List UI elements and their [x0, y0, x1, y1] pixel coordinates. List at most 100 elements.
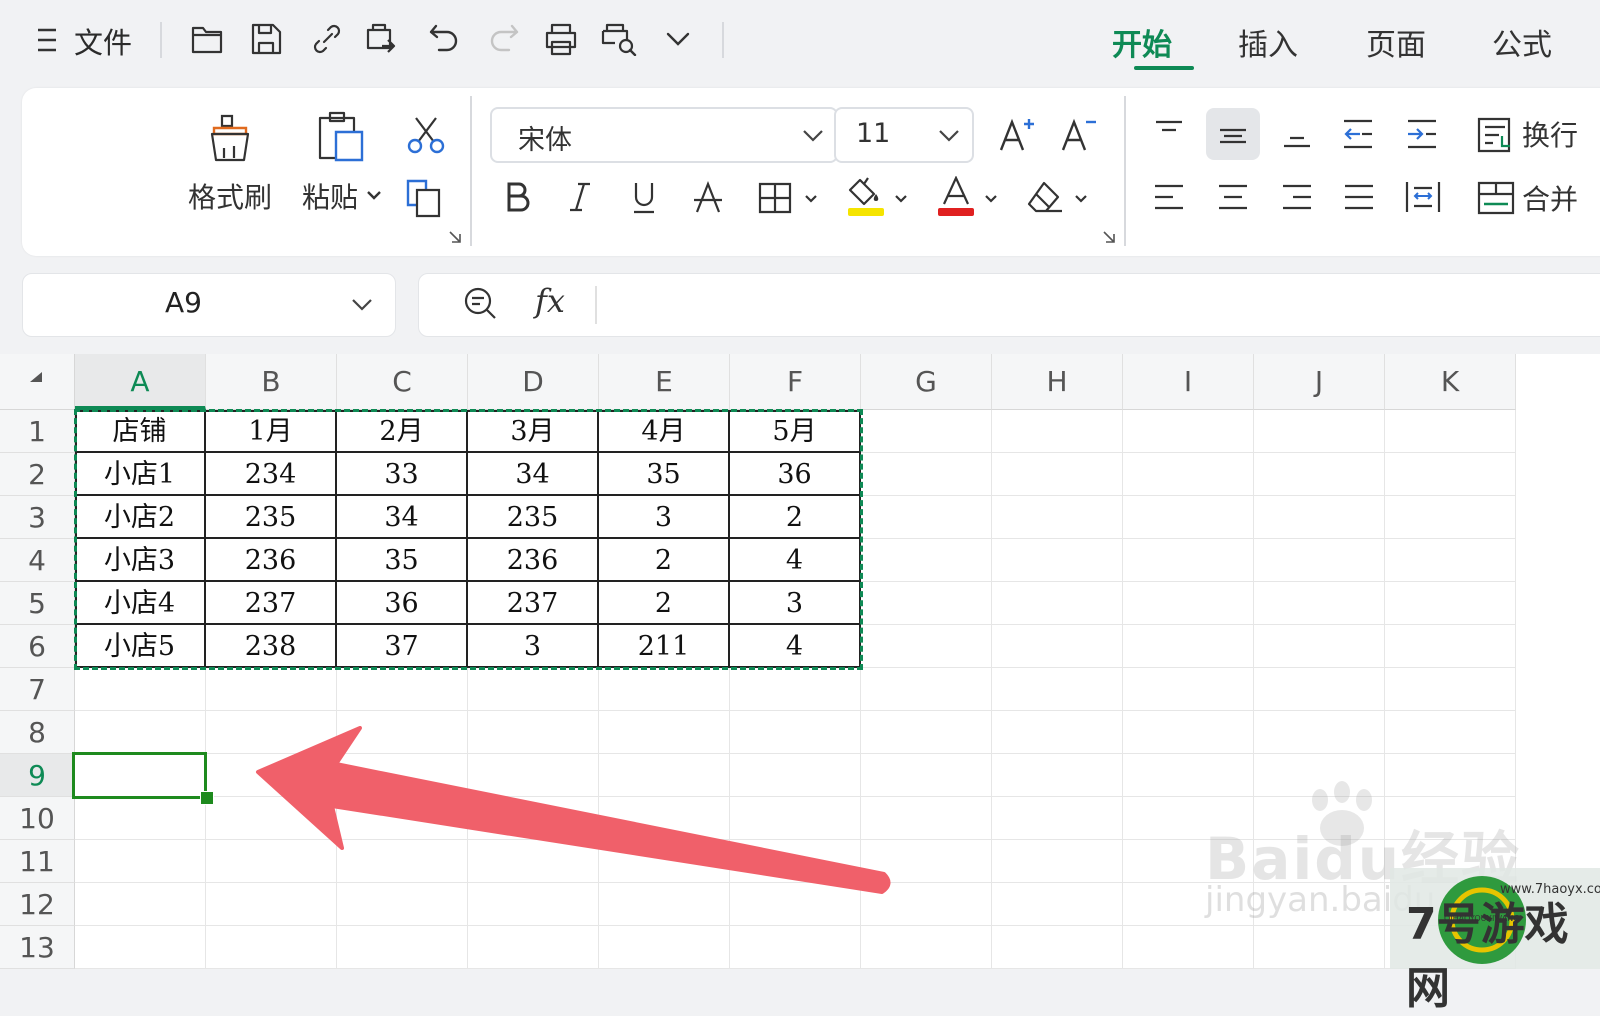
cell-h3[interactable] — [992, 496, 1123, 539]
bold-icon[interactable] — [504, 180, 532, 214]
file-menu[interactable]: 文件 — [74, 20, 132, 62]
cell-e7[interactable] — [599, 668, 730, 711]
cell-c1[interactable]: 2月 — [337, 410, 468, 453]
cell-a8[interactable] — [75, 711, 206, 754]
merge-cells-label[interactable]: 合并 — [1522, 178, 1578, 218]
cell-e3[interactable]: 3 — [599, 496, 730, 539]
cut-icon[interactable] — [406, 116, 446, 154]
cell-b5[interactable]: 237 — [206, 582, 337, 625]
column-header-d[interactable]: D — [468, 354, 599, 410]
align-center-icon[interactable] — [1216, 182, 1250, 212]
cell-i2[interactable] — [1123, 453, 1254, 496]
cell-j3[interactable] — [1254, 496, 1385, 539]
clear-format-eraser-icon[interactable] — [1026, 180, 1066, 216]
cell-a5[interactable]: 小店4 — [75, 582, 206, 625]
cell-e4[interactable]: 2 — [599, 539, 730, 582]
cell-c6[interactable]: 37 — [337, 625, 468, 668]
underline-icon[interactable] — [630, 180, 658, 216]
cell-h8[interactable] — [992, 711, 1123, 754]
cell-d2[interactable]: 34 — [468, 453, 599, 496]
cell-g3[interactable] — [861, 496, 992, 539]
cell-a4[interactable]: 小店3 — [75, 539, 206, 582]
cell-j4[interactable] — [1254, 539, 1385, 582]
fill-color-icon[interactable] — [846, 176, 886, 218]
cell-k5[interactable] — [1385, 582, 1516, 625]
cell-a6[interactable]: 小店5 — [75, 625, 206, 668]
format-painter-icon[interactable] — [204, 112, 256, 164]
cell-g13[interactable] — [861, 926, 992, 969]
cell-k7[interactable] — [1385, 668, 1516, 711]
align-left-icon[interactable] — [1152, 182, 1186, 212]
cell-d7[interactable] — [468, 668, 599, 711]
font-color-dropdown-icon[interactable] — [984, 194, 998, 204]
justify-icon[interactable] — [1342, 182, 1376, 212]
decrease-indent-icon[interactable] — [1340, 118, 1376, 150]
cell-e5[interactable]: 2 — [599, 582, 730, 625]
redo-icon[interactable] — [486, 22, 520, 56]
cell-c7[interactable] — [337, 668, 468, 711]
fx-label[interactable]: fx — [535, 282, 565, 320]
cell-j6[interactable] — [1254, 625, 1385, 668]
cell-k4[interactable] — [1385, 539, 1516, 582]
row-header-3[interactable]: 3 — [0, 496, 75, 539]
column-header-i[interactable]: I — [1123, 354, 1254, 410]
cell-i9[interactable] — [1123, 754, 1254, 797]
cell-i1[interactable] — [1123, 410, 1254, 453]
tab-formula[interactable]: 公式 — [1492, 20, 1552, 64]
copy-icon[interactable] — [405, 178, 445, 218]
format-painter-label[interactable]: 格式刷 — [188, 176, 272, 216]
print-preview-icon[interactable] — [600, 22, 640, 56]
cell-f6[interactable]: 4 — [730, 625, 861, 668]
cell-h1[interactable] — [992, 410, 1123, 453]
cell-j2[interactable] — [1254, 453, 1385, 496]
increase-font-size-icon[interactable] — [998, 114, 1036, 154]
cell-e6[interactable]: 211 — [599, 625, 730, 668]
column-header-c[interactable]: C — [337, 354, 468, 410]
cell-h5[interactable] — [992, 582, 1123, 625]
cell-g2[interactable] — [861, 453, 992, 496]
font-name-select[interactable]: 宋体 — [490, 107, 838, 163]
font-launcher-icon[interactable] — [1102, 230, 1116, 244]
cell-d5[interactable]: 237 — [468, 582, 599, 625]
row-header-8[interactable]: 8 — [0, 711, 75, 754]
wrap-text-label[interactable]: 换行 — [1522, 114, 1578, 154]
wrap-text-icon[interactable] — [1476, 116, 1516, 154]
open-folder-icon[interactable] — [190, 22, 224, 56]
cell-i5[interactable] — [1123, 582, 1254, 625]
column-header-e[interactable]: E — [599, 354, 730, 410]
row-header-10[interactable]: 10 — [0, 797, 75, 840]
select-all-corner[interactable] — [0, 354, 75, 410]
cell-h13[interactable] — [992, 926, 1123, 969]
cell-c13[interactable] — [337, 926, 468, 969]
fill-handle[interactable] — [200, 791, 214, 805]
column-header-k[interactable]: K — [1385, 354, 1516, 410]
cell-f1[interactable]: 5月 — [730, 410, 861, 453]
cell-c4[interactable]: 35 — [337, 539, 468, 582]
column-header-g[interactable]: G — [861, 354, 992, 410]
cell-j13[interactable] — [1254, 926, 1385, 969]
cell-j7[interactable] — [1254, 668, 1385, 711]
cell-h11[interactable] — [992, 840, 1123, 883]
row-header-6[interactable]: 6 — [0, 625, 75, 668]
italic-icon[interactable] — [566, 180, 594, 214]
cell-c3[interactable]: 34 — [337, 496, 468, 539]
cell-k3[interactable] — [1385, 496, 1516, 539]
decrease-font-size-icon[interactable] — [1060, 114, 1098, 154]
clear-dropdown-icon[interactable] — [1074, 194, 1088, 204]
row-header-13[interactable]: 13 — [0, 926, 75, 969]
cell-k8[interactable] — [1385, 711, 1516, 754]
paste-dropdown-icon[interactable] — [366, 190, 382, 202]
font-size-select[interactable]: 11 — [834, 107, 974, 163]
cell-a11[interactable] — [75, 840, 206, 883]
cell-g5[interactable] — [861, 582, 992, 625]
chevron-down-icon[interactable] — [351, 298, 373, 312]
cell-k1[interactable] — [1385, 410, 1516, 453]
tab-insert[interactable]: 插入 — [1238, 20, 1298, 64]
tab-page[interactable]: 页面 — [1366, 20, 1426, 64]
cell-i6[interactable] — [1123, 625, 1254, 668]
cell-a1[interactable]: 店铺 — [75, 410, 206, 453]
cell-h7[interactable] — [992, 668, 1123, 711]
cell-f13[interactable] — [730, 926, 861, 969]
cell-b4[interactable]: 236 — [206, 539, 337, 582]
chevron-down-icon[interactable] — [665, 30, 691, 48]
